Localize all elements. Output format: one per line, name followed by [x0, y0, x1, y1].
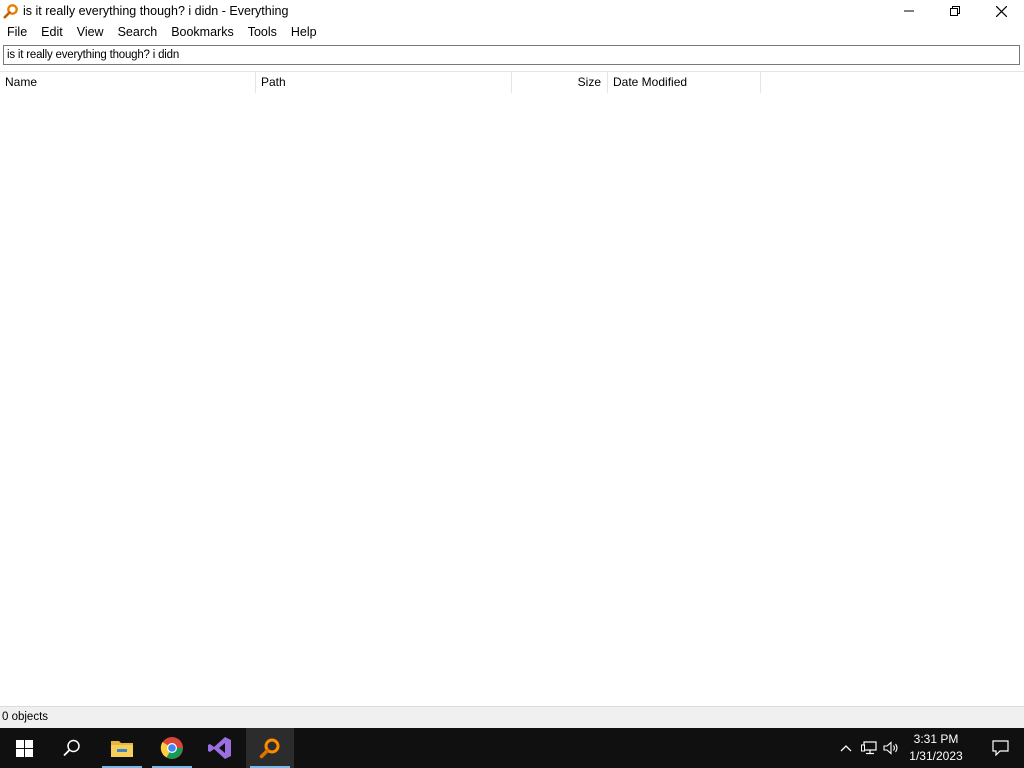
minimize-icon	[904, 10, 914, 12]
everything-app-icon	[3, 4, 18, 19]
notification-icon	[991, 740, 1009, 756]
chrome-icon	[160, 737, 183, 759]
search-input[interactable]	[4, 46, 1019, 64]
menu-view[interactable]: View	[70, 22, 111, 42]
action-center-button[interactable]	[980, 728, 1020, 768]
title-bar[interactable]: is it really everything though? i didn -…	[0, 0, 1024, 22]
clock-date: 1/31/2023	[909, 749, 963, 763]
visual-studio-icon	[208, 737, 231, 759]
clock[interactable]: 3:31 PM 1/31/2023	[900, 731, 972, 765]
minimize-button[interactable]	[886, 0, 932, 22]
column-date-modified[interactable]: Date Modified	[608, 72, 761, 93]
search-icon	[63, 739, 80, 757]
menu-edit[interactable]: Edit	[34, 22, 70, 42]
windows-start-icon	[15, 739, 33, 757]
taskbar-search-button[interactable]	[48, 728, 96, 768]
menu-bar: File Edit View Search Bookmarks Tools He…	[0, 22, 1024, 42]
start-button[interactable]	[0, 728, 48, 768]
clock-time: 3:31 PM	[913, 732, 959, 746]
column-size[interactable]: Size	[512, 72, 608, 93]
menu-file[interactable]: File	[0, 22, 34, 42]
results-column-header: Name Path Size Date Modified	[0, 71, 1024, 93]
volume-button[interactable]	[882, 728, 900, 768]
file-explorer-icon	[111, 741, 133, 757]
taskbar: 3:31 PM 1/31/2023	[0, 728, 1024, 768]
chevron-up-icon	[840, 745, 852, 752]
taskbar-visual-studio[interactable]	[196, 728, 244, 768]
network-button[interactable]	[860, 728, 878, 768]
status-object-count: 0 objects	[2, 711, 49, 723]
speaker-icon	[883, 741, 898, 755]
show-hidden-icons-button[interactable]	[838, 728, 854, 768]
taskbar-file-explorer[interactable]	[98, 728, 146, 768]
restore-icon	[950, 6, 960, 16]
network-icon	[861, 741, 877, 755]
everything-icon	[259, 738, 280, 759]
menu-tools[interactable]: Tools	[241, 22, 284, 42]
status-bar: 0 objects	[0, 706, 1024, 728]
restore-button[interactable]	[932, 0, 978, 22]
column-name[interactable]: Name	[0, 72, 256, 93]
menu-help[interactable]: Help	[284, 22, 324, 42]
column-path[interactable]: Path	[256, 72, 512, 93]
taskbar-everything[interactable]	[246, 728, 294, 768]
menu-search[interactable]: Search	[111, 22, 165, 42]
close-button[interactable]	[978, 0, 1024, 22]
window-title: is it really everything though? i didn -…	[23, 4, 289, 18]
taskbar-chrome[interactable]	[148, 728, 196, 768]
close-icon	[995, 5, 1007, 17]
menu-bookmarks[interactable]: Bookmarks	[164, 22, 241, 42]
results-list[interactable]	[0, 93, 1024, 705]
system-tray: 3:31 PM 1/31/2023	[824, 728, 1024, 768]
search-box	[3, 45, 1020, 65]
